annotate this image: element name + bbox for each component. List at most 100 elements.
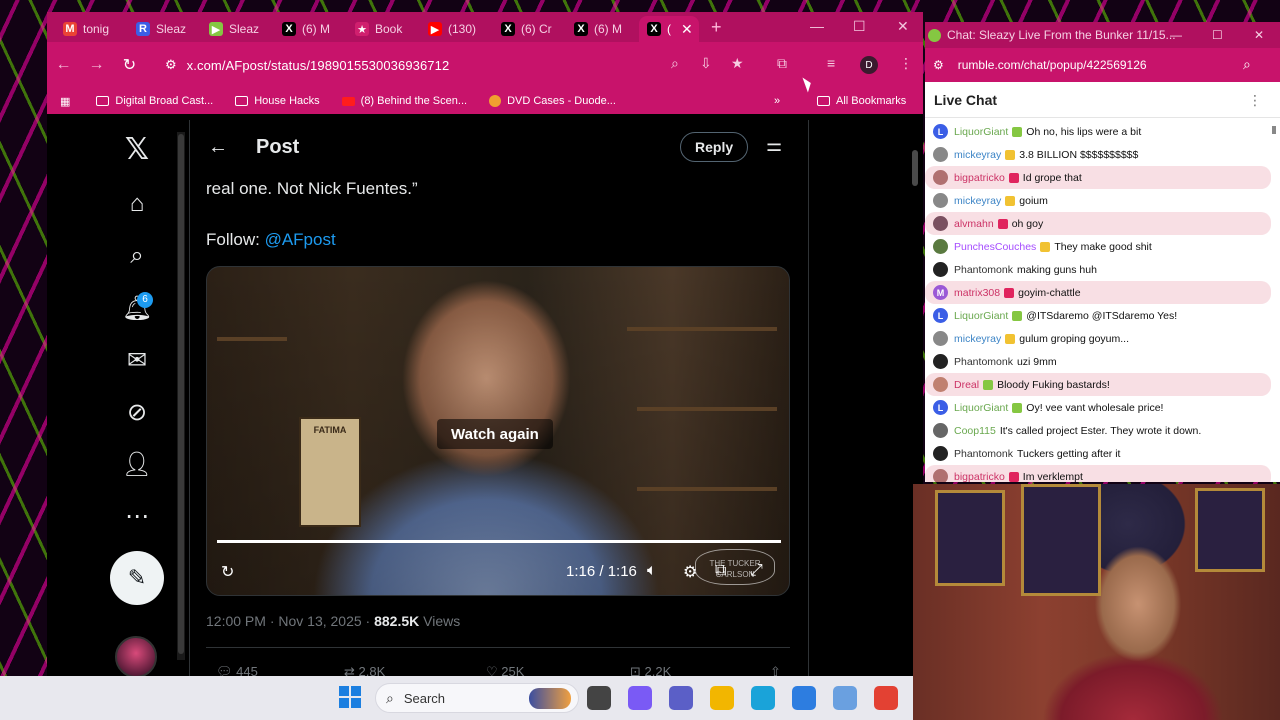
chat-avatar[interactable] <box>933 446 948 461</box>
bookmark-item[interactable]: (8) Behind the Scen... <box>341 95 467 107</box>
browser-tab[interactable]: X (6) Cr <box>493 16 566 42</box>
chat-username[interactable]: LiquorGiant <box>954 402 1008 414</box>
chat-avatar[interactable] <box>933 262 948 277</box>
more-bookmarks-button[interactable]: » <box>774 95 780 107</box>
chat-username[interactable]: mickeyray <box>954 149 1001 161</box>
back-arrow-icon[interactable]: ← <box>208 136 228 159</box>
browser-tab[interactable]: X (6) M <box>274 16 347 42</box>
grok-icon[interactable]: ⊘ <box>107 398 167 427</box>
video-progress-bar[interactable] <box>217 540 781 543</box>
chat-avatar[interactable] <box>933 147 948 162</box>
file-icon[interactable] <box>587 686 611 710</box>
profile-icon[interactable]: 👤︎ <box>107 450 167 479</box>
like-count[interactable]: ♡ 25K <box>486 664 524 676</box>
minimize-button[interactable]: — <box>810 18 824 34</box>
browser-tab[interactable]: X (✕ <box>639 16 699 42</box>
forward-button[interactable]: → <box>80 56 113 74</box>
chat-message[interactable]: mickeyray goium <box>925 189 1271 212</box>
site-info-icon[interactable]: ⚙ <box>933 58 944 72</box>
chat-message[interactable]: Coop115 It's called project Ester. They w… <box>925 419 1271 442</box>
chat-message[interactable]: PunchesCouches They make good shit <box>925 235 1271 258</box>
apps-grid-icon[interactable]: ▦ <box>60 95 70 108</box>
account-avatar[interactable] <box>115 636 157 676</box>
replay-icon[interactable]: ↻ <box>221 562 234 582</box>
chat-minimize-button[interactable]: — <box>1170 28 1182 42</box>
lens-search-icon[interactable]: ⧉ <box>777 55 787 72</box>
media-controls-icon[interactable]: ≡ <box>827 55 835 71</box>
video-player[interactable]: FATIMA Watch again ↻ 1:16 / 1:16 🔈︎ ⚙ TH… <box>206 266 790 596</box>
chat-avatar[interactable]: L <box>933 308 948 323</box>
volume-icon[interactable]: 🔈︎ <box>647 562 657 580</box>
chat-avatar[interactable] <box>933 239 948 254</box>
chat-avatar[interactable] <box>933 423 948 438</box>
chat-message[interactable]: Dreal Bloody Fuking bastards! <box>925 373 1271 396</box>
chat-menu-icon[interactable]: ⋮ <box>1248 92 1262 109</box>
browser-tab[interactable]: R Sleaz <box>128 16 201 42</box>
chat-avatar[interactable]: M <box>933 285 948 300</box>
chat-avatar[interactable] <box>933 331 948 346</box>
reply-count[interactable]: 💬︎ 445 <box>216 664 258 676</box>
reload-button[interactable]: ↻ <box>113 55 146 75</box>
chat-avatar[interactable] <box>933 216 948 231</box>
chat-message-list[interactable]: L LiquorGiant Oh no, his lips were a bit mi… <box>925 120 1280 482</box>
chat-message[interactable]: L LiquorGiant @ITSdaremo @ITSdaremo Yes! <box>925 304 1271 327</box>
browser-tab[interactable]: ▶ Sleaz <box>201 16 274 42</box>
x-logo-icon[interactable]: 𝕏 <box>107 132 167 167</box>
filter-icon[interactable]: ⚌ <box>766 135 782 156</box>
chat-username[interactable]: LiquorGiant <box>954 126 1008 138</box>
chat-address-bar[interactable]: ⚙ rumble.com/chat/popup/422569126 ⌕ <box>925 48 1280 82</box>
chat-username[interactable]: mickeyray <box>954 333 1001 345</box>
taskbar-search[interactable]: ⌕ Search <box>375 683 579 713</box>
window-close-button[interactable]: ✕ <box>897 18 909 35</box>
watch-again-button[interactable]: Watch again <box>437 419 553 449</box>
teams-icon[interactable] <box>669 686 693 710</box>
chat-avatar[interactable]: L <box>933 124 948 139</box>
chat-close-button[interactable]: ✕ <box>1254 28 1264 42</box>
handle-link[interactable]: @AFpost <box>265 230 336 249</box>
chat-avatar[interactable] <box>933 469 948 482</box>
chat-message[interactable]: Phantomonk making guns huh <box>925 258 1271 281</box>
chat-message[interactable]: mickeyray 3.8 BILLION $$$$$$$$$$ <box>925 143 1271 166</box>
chat-username[interactable]: Phantomonk <box>954 264 1013 276</box>
chat-message[interactable]: Mmatrix308 goyim-chattle <box>925 281 1271 304</box>
messages-icon[interactable]: ✉ <box>107 346 167 375</box>
browser-tab[interactable]: ▶ (130) <box>420 16 493 42</box>
post-timestamp[interactable]: 12:00 PM · Nov 13, 2025 · <box>206 613 374 629</box>
bookmark-item[interactable]: Digital Broad Cast... <box>96 95 213 107</box>
chat-username[interactable]: mickeyray <box>954 195 1001 207</box>
chat-username[interactable]: Coop115 <box>954 425 996 437</box>
more-icon[interactable]: ⋯ <box>107 502 167 531</box>
chat-message[interactable]: Phantomonk uzi 9mm <box>925 350 1271 373</box>
start-button[interactable] <box>339 686 361 708</box>
zoom-icon[interactable]: ⌕ <box>671 55 679 72</box>
repost-count[interactable]: ⇄ 2.8K <box>344 664 385 676</box>
compose-post-button[interactable]: ✎ <box>110 551 164 605</box>
chat-url[interactable]: rumble.com/chat/popup/422569126 <box>958 58 1147 72</box>
explorer-icon[interactable] <box>710 686 734 710</box>
chat-scrollbar[interactable] <box>1271 122 1277 462</box>
chat-message[interactable]: bigpatricko Im verklempt <box>925 465 1271 482</box>
browser-menu-icon[interactable]: ⋮ <box>899 55 913 72</box>
chat-username[interactable]: bigpatricko <box>954 471 1005 483</box>
chat-avatar[interactable] <box>933 377 948 392</box>
browser-tab[interactable]: Mtonig <box>55 16 128 42</box>
share-icon[interactable]: ⇧ <box>770 664 781 676</box>
chat-username[interactable]: Dreal <box>954 379 979 391</box>
reply-button[interactable]: Reply <box>680 132 749 162</box>
fullscreen-icon[interactable]: ⤢ <box>750 562 763 580</box>
tab-close-icon[interactable]: ✕ <box>681 21 693 38</box>
chat-message[interactable]: Phantomonk Tuckers getting after it <box>925 442 1271 465</box>
new-tab-button[interactable]: + <box>711 17 722 38</box>
snip-icon[interactable] <box>833 686 857 710</box>
chat-username[interactable]: LiquorGiant <box>954 310 1008 322</box>
store-icon[interactable] <box>792 686 816 710</box>
pip-icon[interactable]: ⧉ <box>715 562 726 580</box>
chat-message[interactable]: L LiquorGiant Oh no, his lips were a bit <box>925 120 1271 143</box>
chat-username[interactable]: Phantomonk <box>954 448 1013 460</box>
chat-avatar[interactable] <box>933 193 948 208</box>
chat-username[interactable]: alvmahn <box>954 218 994 230</box>
chat-message[interactable]: mickeyray gulum groping goyum... <box>925 327 1271 350</box>
profile-avatar[interactable]: D <box>860 56 878 74</box>
chat-message[interactable]: alvmahn oh goy <box>925 212 1271 235</box>
edge-icon[interactable] <box>751 686 775 710</box>
